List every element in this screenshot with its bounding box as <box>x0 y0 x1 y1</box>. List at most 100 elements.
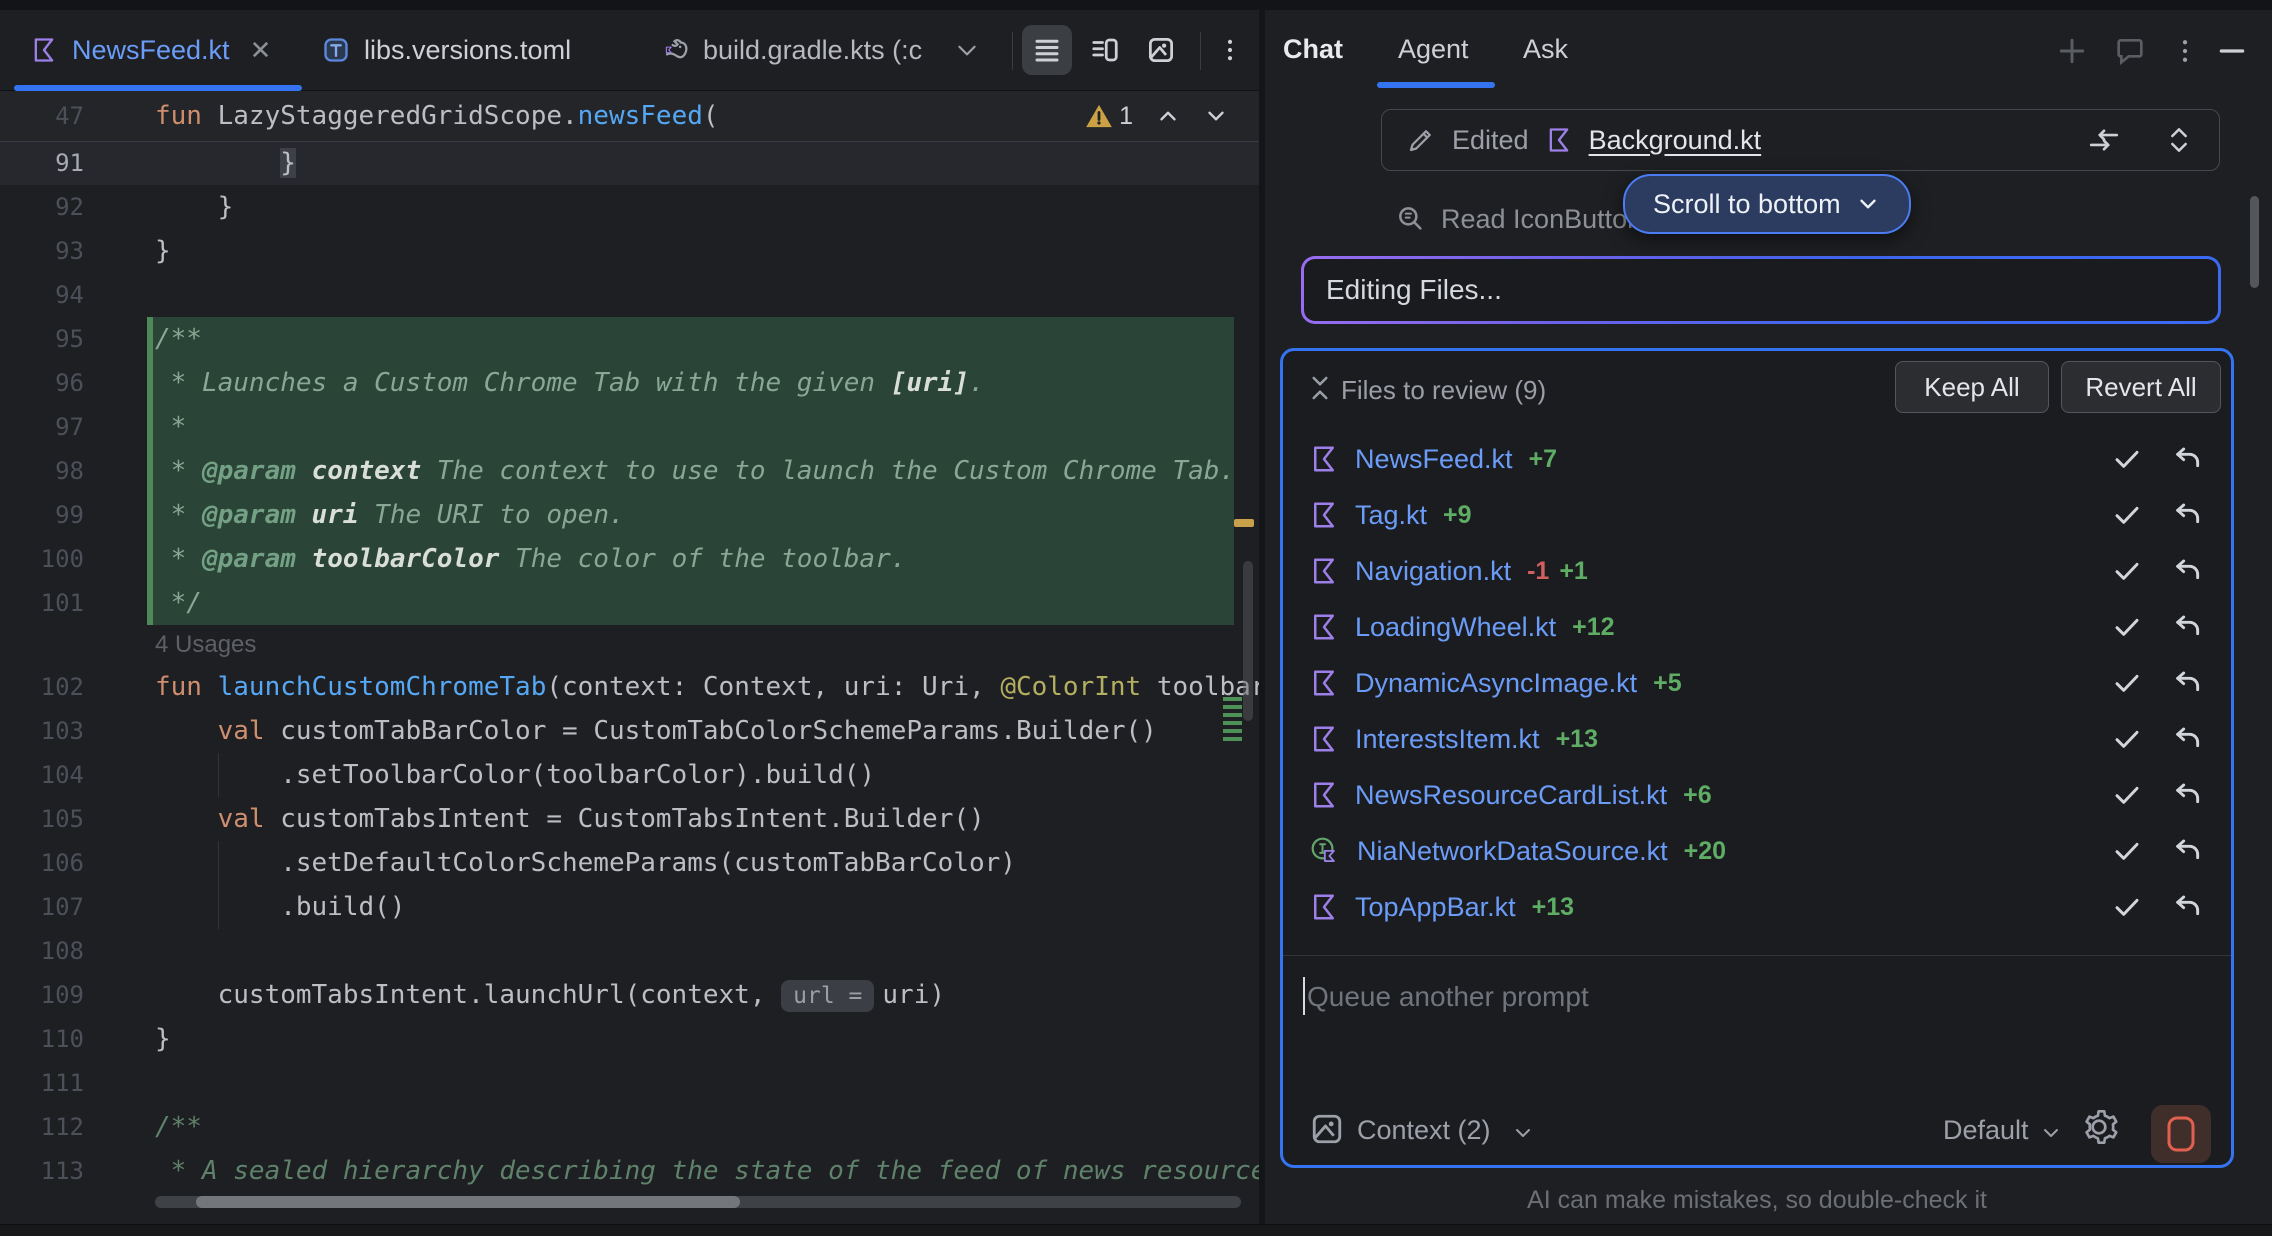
close-icon[interactable]: ✕ <box>250 35 272 66</box>
code-line[interactable]: 105 val customTabsIntent = CustomTabsInt… <box>0 797 1259 841</box>
revert-all-button[interactable]: Revert All <box>2061 361 2221 413</box>
file-name-link[interactable]: NewsResourceCardList.kt <box>1355 780 1667 811</box>
tab-ask[interactable]: Ask <box>1523 10 1568 88</box>
model-dropdown[interactable]: Default <box>1943 1115 2029 1146</box>
code-line[interactable]: 111 <box>0 1061 1259 1105</box>
code-line[interactable]: 4 Usages <box>0 625 1259 665</box>
stop-button[interactable] <box>2151 1105 2211 1163</box>
keep-file-icon[interactable] <box>2111 443 2143 475</box>
prompt-input[interactable]: Queue another prompt <box>1307 981 1589 1013</box>
new-chat-icon[interactable] <box>2055 34 2089 68</box>
next-problem-icon[interactable] <box>1203 103 1229 129</box>
read-file-entry[interactable]: Read IconButton. <box>1395 203 1650 235</box>
revert-file-icon[interactable] <box>2171 443 2203 475</box>
view-mode-preview-button[interactable] <box>1136 25 1186 75</box>
code-line[interactable]: 109 customTabsIntent.launchUrl(context, … <box>0 973 1259 1017</box>
file-name-link[interactable]: LoadingWheel.kt <box>1355 612 1556 643</box>
file-review-row[interactable]: InterestsItem.kt +13 <box>1283 711 2231 767</box>
code-line[interactable]: 94 <box>0 273 1259 317</box>
keep-file-icon[interactable] <box>2111 499 2143 531</box>
keep-file-icon[interactable] <box>2111 611 2143 643</box>
keep-file-icon[interactable] <box>2111 555 2143 587</box>
code-line[interactable]: 103 val customTabBarColor = CustomTabCol… <box>0 709 1259 753</box>
hide-panel-icon[interactable] <box>2215 34 2249 68</box>
file-name-link[interactable]: DynamicAsyncImage.kt <box>1355 668 1637 699</box>
gear-icon[interactable] <box>2079 1107 2119 1147</box>
keep-file-icon[interactable] <box>2111 723 2143 755</box>
editor-kebab-menu[interactable] <box>1205 25 1255 75</box>
code-line[interactable]: 100 * @param toolbarColor The color of t… <box>0 537 1259 581</box>
tab-build-gradle[interactable]: build.gradle.kts (:c <box>655 10 980 90</box>
file-name-link[interactable]: NiaNetworkDataSource.kt <box>1357 836 1668 867</box>
revert-file-icon[interactable] <box>2171 499 2203 531</box>
scrollbar-thumb[interactable] <box>196 1196 740 1208</box>
code-line[interactable]: 92 } <box>0 185 1259 229</box>
code-line[interactable]: 112/** <box>0 1105 1259 1149</box>
code-lines[interactable]: 91 }92 }93}9495/**96 * Launches a Custom… <box>0 141 1259 1193</box>
code-editor[interactable]: 47 fun LazyStaggeredGridScope.newsFeed( … <box>0 91 1259 1224</box>
revert-file-icon[interactable] <box>2171 891 2203 923</box>
code-line[interactable]: 108 <box>0 929 1259 973</box>
scroll-to-bottom-button[interactable]: Scroll to bottom <box>1623 174 1911 234</box>
file-name-link[interactable]: TopAppBar.kt <box>1355 892 1516 923</box>
tab-newsfeed[interactable]: NewsFeed.kt ✕ <box>30 10 271 90</box>
file-name-link[interactable]: NewsFeed.kt <box>1355 444 1513 475</box>
editor-vertical-scrollbar[interactable] <box>1243 561 1253 721</box>
file-name-link[interactable]: Navigation.kt <box>1355 556 1511 587</box>
revert-file-icon[interactable] <box>2171 667 2203 699</box>
view-mode-text-button[interactable] <box>1022 25 1072 75</box>
file-review-row[interactable]: DynamicAsyncImage.kt +5 <box>1283 655 2231 711</box>
chat-history-icon[interactable] <box>2113 34 2147 68</box>
file-review-row[interactable]: LoadingWheel.kt +12 <box>1283 599 2231 655</box>
code-line[interactable]: 110} <box>0 1017 1259 1061</box>
edited-file-link[interactable]: Background.kt <box>1589 125 1762 156</box>
view-mode-split-button[interactable] <box>1080 25 1130 75</box>
warning-badge[interactable]: 1 <box>1085 102 1133 131</box>
prev-problem-icon[interactable] <box>1155 103 1181 129</box>
code-line[interactable]: 96 * Launches a Custom Chrome Tab with t… <box>0 361 1259 405</box>
code-line[interactable]: 91 } <box>0 141 1259 185</box>
keep-file-icon[interactable] <box>2111 779 2143 811</box>
file-review-row[interactable]: Navigation.kt -1+1 <box>1283 543 2231 599</box>
context-dropdown[interactable]: Context (2) <box>1357 1115 1491 1146</box>
file-review-row[interactable]: TopAppBar.kt +13 <box>1283 879 2231 935</box>
revert-file-icon[interactable] <box>2171 555 2203 587</box>
file-review-row[interactable]: Tag.kt +9 <box>1283 487 2231 543</box>
collapse-icon[interactable] <box>1305 373 1335 403</box>
code-line[interactable]: 107 .build() <box>0 885 1259 929</box>
keep-file-icon[interactable] <box>2111 667 2143 699</box>
tab-libs-versions[interactable]: libs.versions.toml <box>322 10 571 90</box>
revert-file-icon[interactable] <box>2171 779 2203 811</box>
code-line[interactable]: 98 * @param context The context to use t… <box>0 449 1259 493</box>
attach-image-icon[interactable] <box>1309 1111 1345 1147</box>
chevron-down-icon[interactable] <box>2039 1121 2063 1145</box>
file-name-link[interactable]: InterestsItem.kt <box>1355 724 1540 755</box>
revert-file-icon[interactable] <box>2171 835 2203 867</box>
code-line[interactable]: 102fun launchCustomChromeTab(context: Co… <box>0 665 1259 709</box>
code-line[interactable]: 93} <box>0 229 1259 273</box>
code-line[interactable]: 101 */ <box>0 581 1259 625</box>
file-review-row[interactable]: NiaNetworkDataSource.kt +20 <box>1283 823 2231 879</box>
code-line[interactable]: 95/** <box>0 317 1259 361</box>
show-diff-icon[interactable] <box>2087 123 2121 157</box>
code-line[interactable]: 113 * A sealed hierarchy describing the … <box>0 1149 1259 1193</box>
editor-horizontal-scrollbar[interactable] <box>155 1196 1241 1208</box>
revert-file-icon[interactable] <box>2171 611 2203 643</box>
file-name-link[interactable]: Tag.kt <box>1355 500 1427 531</box>
file-review-row[interactable]: NewsFeed.kt +7 <box>1283 431 2231 487</box>
keep-file-icon[interactable] <box>2111 891 2143 923</box>
code-line[interactable]: 99 * @param uri The URI to open. <box>0 493 1259 537</box>
code-line[interactable]: 104 .setToolbarColor(toolbarColor).build… <box>0 753 1259 797</box>
expand-collapse-icon[interactable] <box>2163 124 2195 156</box>
edited-file-card[interactable]: Edited Background.kt <box>1381 109 2220 171</box>
file-review-row[interactable]: NewsResourceCardList.kt +6 <box>1283 767 2231 823</box>
revert-file-icon[interactable] <box>2171 723 2203 755</box>
chevron-down-icon[interactable] <box>1511 1121 1535 1145</box>
chat-kebab-menu-icon[interactable] <box>2168 34 2202 68</box>
tab-chat[interactable]: Chat <box>1283 10 1343 88</box>
keep-file-icon[interactable] <box>2111 835 2143 867</box>
chevron-down-icon[interactable] <box>954 37 980 63</box>
tab-agent[interactable]: Agent <box>1398 10 1469 88</box>
code-line[interactable]: 106 .setDefaultColorSchemeParams(customT… <box>0 841 1259 885</box>
keep-all-button[interactable]: Keep All <box>1895 361 2049 413</box>
